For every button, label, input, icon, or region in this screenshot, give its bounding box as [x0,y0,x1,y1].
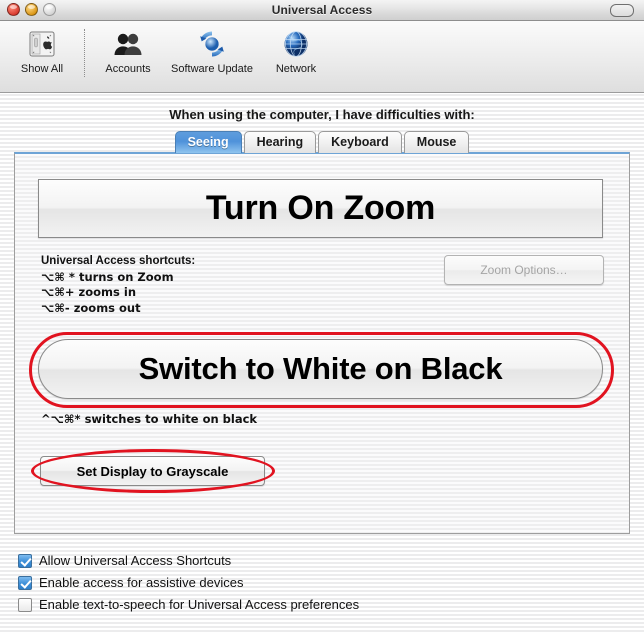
zoom-button[interactable] [43,3,56,16]
checkbox-label: Enable text-to-speech for Universal Acce… [39,597,360,612]
toolbar-item-label: Accounts [105,63,151,75]
turn-on-zoom-button[interactable]: Turn On Zoom [38,179,603,238]
shortcut-line-zoom-out: ⌥⌘- zooms out [41,300,141,315]
window-controls [7,3,56,16]
window-title: Universal Access [271,3,373,17]
zoom-options-button[interactable]: Zoom Options… [444,255,604,285]
toolbar-item-software-update[interactable]: Software Update [170,27,254,75]
seeing-panel: Turn On Zoom Universal Access shortcuts:… [14,152,630,534]
shortcut-line-zoom-in: ⌥⌘+ zooms in [41,285,137,299]
close-button[interactable] [7,3,20,16]
toolbar-item-accounts[interactable]: Accounts [86,27,170,75]
toolbar-item-network[interactable]: Network [254,27,338,75]
checkbox-row-text-to-speech[interactable]: Enable text-to-speech for Universal Acce… [18,597,359,612]
toolbar-item-label: Show All [20,63,64,75]
toolbar-toggle-button[interactable] [610,4,634,17]
apple-show-all-icon [27,27,57,61]
white-on-black-shortcut-note: ^⌥⌘* switches to white on black [41,412,258,426]
tab-seeing[interactable]: Seeing [174,131,242,153]
category-tabs: Seeing Hearing Keyboard Mouse [0,129,644,153]
checkbox-assistive-devices[interactable] [18,575,32,590]
shortcuts-heading: Universal Access shortcuts: [41,255,196,267]
white-on-black-button[interactable]: Switch to White on Black [38,339,603,399]
checkbox-label: Enable access for assistive devices [39,575,244,590]
shortcut-line-zoom-on: ⌥⌘ * turns on Zoom [41,269,174,284]
difficulties-prompt: When using the computer, I have difficul… [169,107,475,122]
grayscale-button[interactable]: Set Display to Grayscale [40,456,265,486]
universal-access-window: Universal Access Show All Accounts Softw… [0,0,644,634]
window-titlebar: Universal Access [0,0,644,21]
minimize-button[interactable] [25,3,38,16]
tab-hearing[interactable]: Hearing [243,131,317,153]
preferences-toolbar: Show All Accounts Software Update Networ… [0,21,644,93]
global-options: Allow Universal Access Shortcuts Enable … [18,553,359,612]
accounts-people-icon [112,27,144,61]
tab-keyboard[interactable]: Keyboard [318,131,402,153]
network-globe-icon [281,27,311,61]
tab-mouse[interactable]: Mouse [403,131,470,153]
checkbox-label: Allow Universal Access Shortcuts [39,553,232,568]
toolbar-item-label: Software Update [171,63,253,75]
checkbox-allow-shortcuts[interactable] [18,553,32,568]
checkbox-row-assistive-devices[interactable]: Enable access for assistive devices [18,575,359,590]
toolbar-item-show-all[interactable]: Show All [0,27,84,75]
universal-access-shortcuts: Universal Access shortcuts: ⌥⌘ * turns o… [41,254,195,316]
checkbox-row-allow-shortcuts[interactable]: Allow Universal Access Shortcuts [18,553,359,568]
checkbox-text-to-speech[interactable] [18,597,32,612]
toolbar-item-label: Network [275,63,317,75]
software-update-refresh-icon [196,27,228,61]
